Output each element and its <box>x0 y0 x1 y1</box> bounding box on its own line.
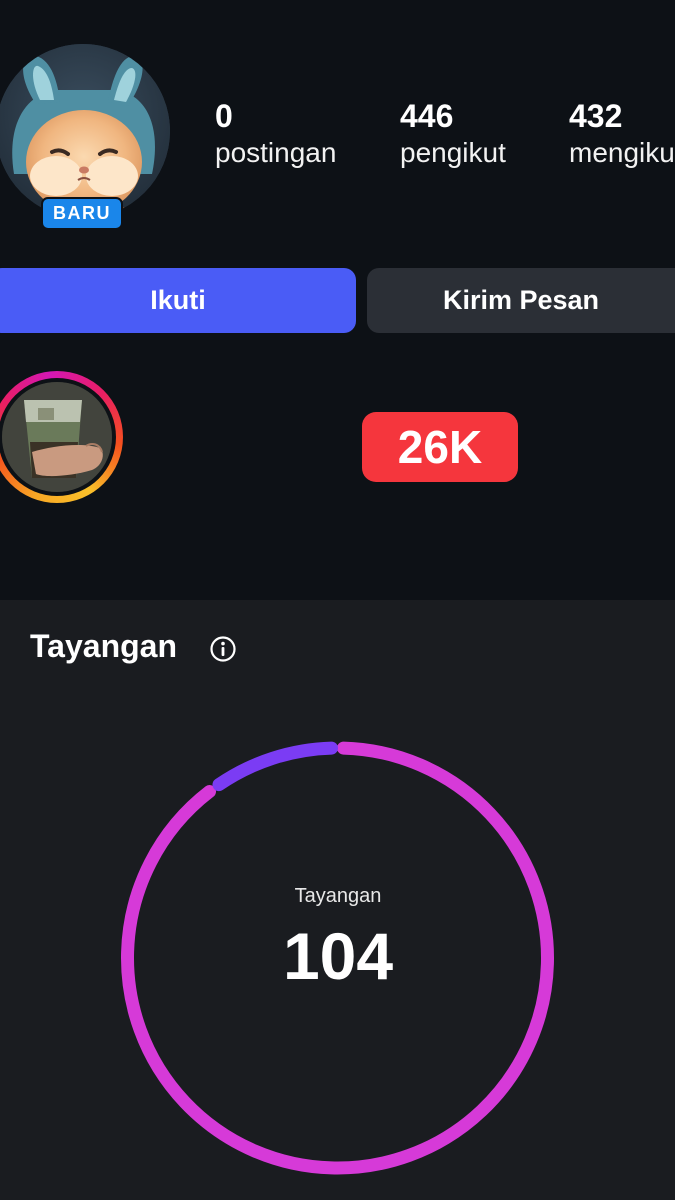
follow-button-label: Ikuti <box>150 285 206 315</box>
donut-center-label: Tayangan <box>294 885 382 907</box>
profile-avatar[interactable] <box>0 44 170 218</box>
send-message-button[interactable]: Kirim Pesan <box>367 268 675 333</box>
donut-center-value: 104 <box>282 919 394 993</box>
stat-posts-label: postingan <box>215 137 337 168</box>
story-thumbnail <box>2 382 112 492</box>
drink-cup-image <box>2 382 112 492</box>
stat-followers[interactable]: 446 pengikut <box>400 96 506 170</box>
stat-following-label: mengikuti <box>569 137 675 168</box>
stat-followers-label: pengikut <box>400 137 506 168</box>
profile-page: BARU 0 postingan 446 pengikut 432 mengik… <box>0 0 675 1200</box>
stat-followers-count: 446 <box>400 98 454 134</box>
insights-panel: Tayangan Tayangan 104 <box>0 600 675 1200</box>
send-message-button-label: Kirim Pesan <box>442 285 600 315</box>
story-ring-gap <box>0 378 116 496</box>
new-account-badge: BARU <box>41 197 123 230</box>
stat-following[interactable]: 432 mengikuti <box>569 96 675 170</box>
story-highlight[interactable] <box>0 371 123 503</box>
stat-posts-count: 0 <box>215 98 233 134</box>
insights-title: Tayangan <box>30 628 177 664</box>
follow-button[interactable]: Ikuti <box>0 268 356 333</box>
stat-posts[interactable]: 0 postingan <box>215 96 336 170</box>
stat-following-count: 432 <box>569 98 623 134</box>
views-count-badge: 26K <box>362 412 518 482</box>
info-icon[interactable] <box>209 635 237 663</box>
bunny-avatar-image <box>0 44 170 218</box>
